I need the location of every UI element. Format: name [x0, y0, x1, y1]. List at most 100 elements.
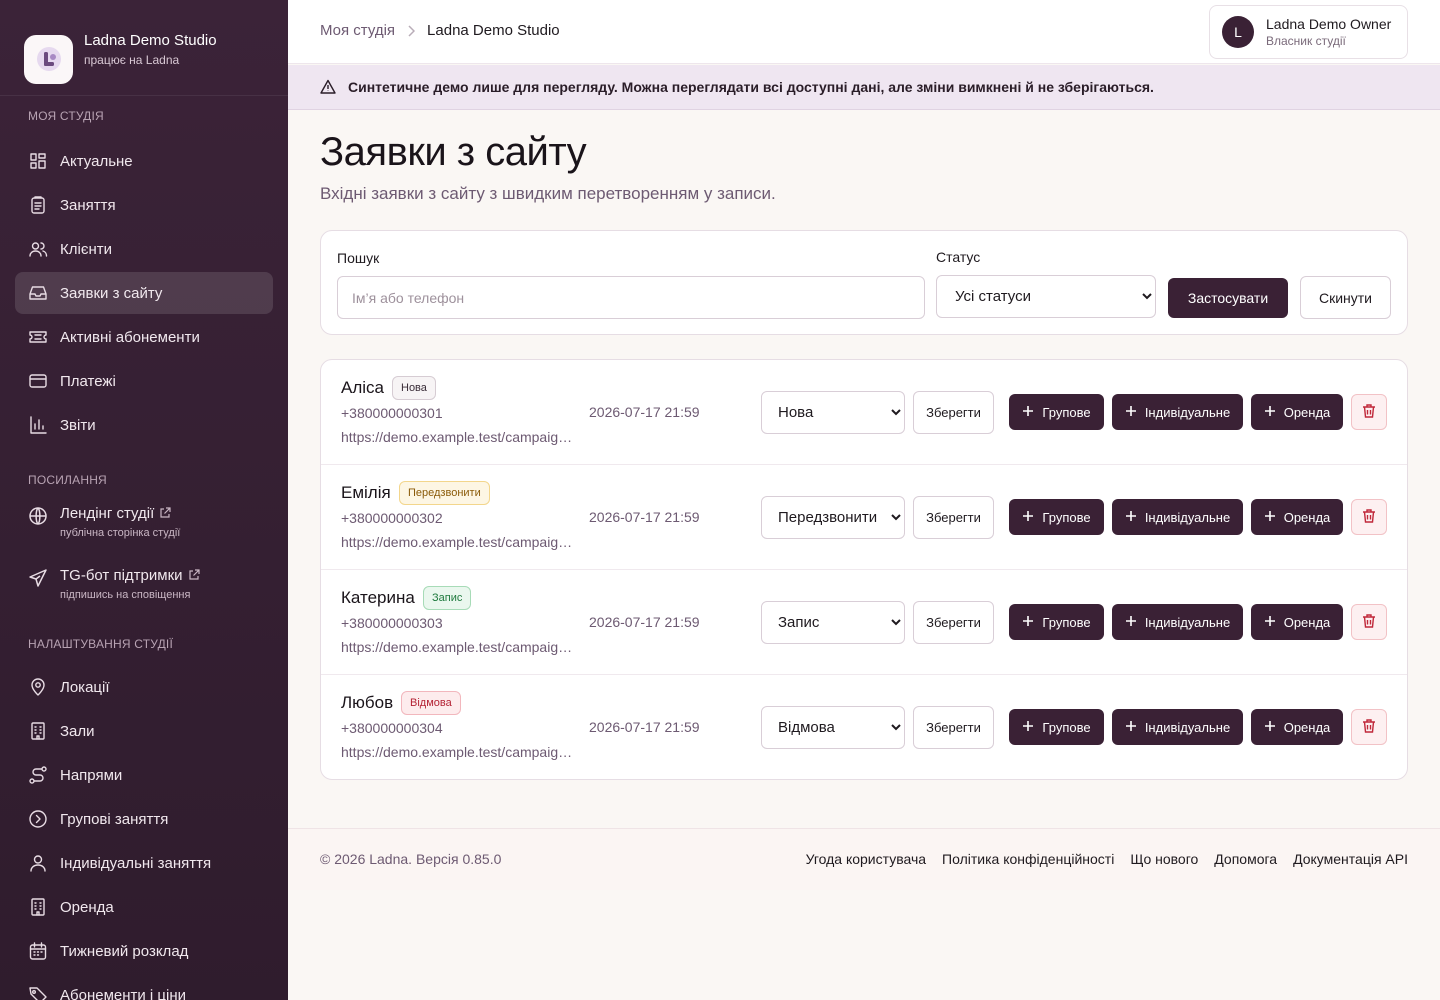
plus-icon [1022, 405, 1034, 420]
lead-source-url[interactable]: https://demo.example.test/campaign/2 [341, 534, 577, 550]
sidebar-item-items1-2[interactable]: Клієнти [15, 228, 273, 270]
create-rent-booking-button[interactable]: Оренда [1251, 604, 1343, 640]
sidebar-item-items3-2[interactable]: Напрями [15, 754, 273, 796]
sidebar-link-label: TG-бот підтримки [60, 567, 183, 584]
sidebar-item-items3-0[interactable]: Локації [15, 666, 273, 708]
button-label: Групове [1042, 614, 1091, 630]
button-label: Індивідуальне [1144, 509, 1231, 525]
brand-name: Ladna Demo Studio [84, 31, 217, 49]
sidebar-link-landing[interactable]: Лендінг студії публічна сторінка студії [15, 500, 273, 562]
sidebar-link-tg-bot[interactable]: TG-бот підтримки підпишись на сповіщення [15, 562, 273, 636]
filter-panel: Пошук Статус Усі статуси Застосувати Ски… [320, 230, 1408, 335]
brand[interactable]: Ladna Demo Studio працює на Ladna [0, 0, 288, 96]
lead-status-select[interactable]: Передзвонити [761, 496, 905, 539]
lead-name: Аліса [341, 378, 384, 397]
lead-status-select[interactable]: Відмова [761, 706, 905, 749]
external-link-icon [188, 567, 200, 587]
trash-icon [1361, 718, 1377, 737]
button-label: Індивідуальне [1144, 719, 1231, 735]
bar-chart-icon [28, 415, 48, 435]
delete-lead-button[interactable] [1351, 709, 1387, 745]
lead-source-url[interactable]: https://demo.example.test/campaign/1 [341, 429, 577, 445]
plus-icon [1264, 510, 1276, 525]
clipboard-icon [28, 195, 48, 215]
search-label: Пошук [337, 250, 380, 266]
footer-link-terms[interactable]: Угода користувача [806, 851, 926, 867]
sidebar-item-label: Заявки з сайту [60, 284, 163, 302]
lead-status-select[interactable]: Запис [761, 601, 905, 644]
create-rent-booking-button[interactable]: Оренда [1251, 709, 1343, 745]
sidebar-item-label: Зали [60, 722, 95, 740]
footer-link-privacy[interactable]: Політика конфіденційності [942, 851, 1114, 867]
user-menu[interactable]: L Ladna Demo Owner Власник студії [1209, 5, 1408, 59]
sidebar-item-label: Заняття [60, 196, 116, 214]
lead-source-url[interactable]: https://demo.example.test/campaign/4 [341, 744, 577, 760]
table-row: Катерина Запис +380000000303 https://dem… [321, 570, 1407, 675]
sidebar-item-items1-1[interactable]: Заняття [15, 184, 273, 226]
trash-icon [1361, 403, 1377, 422]
sidebar-link-sub: публічна сторінка студії [60, 527, 181, 539]
delete-lead-button[interactable] [1351, 394, 1387, 430]
sidebar-item-items3-7[interactable]: Абонементи і ціни [15, 974, 273, 1000]
create-group-booking-button[interactable]: Групове [1009, 394, 1104, 430]
sidebar-item-items3-5[interactable]: Оренда [15, 886, 273, 928]
sidebar-item-items3-6[interactable]: Тижневий розклад [15, 930, 273, 972]
create-group-booking-button[interactable]: Групове [1009, 709, 1104, 745]
section-label-settings: Налаштування студії [28, 637, 173, 651]
save-button[interactable]: Зберегти [913, 601, 994, 644]
create-group-booking-button[interactable]: Групове [1009, 499, 1104, 535]
tag-icon [28, 985, 48, 1000]
page-title: Заявки з сайту [320, 130, 587, 174]
user-name: Ladna Demo Owner [1266, 16, 1392, 32]
sidebar-item-items1-5[interactable]: Платежі [15, 360, 273, 402]
reset-button[interactable]: Скинути [1300, 276, 1391, 319]
search-input[interactable] [337, 276, 925, 319]
create-rent-booking-button[interactable]: Оренда [1251, 394, 1343, 430]
apply-button[interactable]: Застосувати [1168, 278, 1288, 318]
sidebar-item-items3-1[interactable]: Зали [15, 710, 273, 752]
sidebar-item-items3-4[interactable]: Індивідуальні заняття [15, 842, 273, 884]
footer-link-api-docs[interactable]: Документація API [1293, 851, 1408, 867]
brand-logo-icon [24, 34, 73, 84]
chevron-right-icon [407, 24, 416, 37]
sidebar-item-items1-6[interactable]: Звіти [15, 404, 273, 446]
building-icon [28, 721, 48, 741]
create-individual-booking-button[interactable]: Індивідуальне [1112, 394, 1243, 430]
page-subtitle: Вхідні заявки з сайту з швидким перетвор… [320, 184, 776, 203]
lead-status-select[interactable]: Нова [761, 391, 905, 434]
delete-lead-button[interactable] [1351, 499, 1387, 535]
status-filter-select[interactable]: Усі статуси [936, 275, 1156, 318]
sidebar-item-items3-3[interactable]: Групові заняття [15, 798, 273, 840]
table-row: Аліса Нова +380000000301 https://demo.ex… [321, 360, 1407, 465]
create-individual-booking-button[interactable]: Індивідуальне [1112, 709, 1243, 745]
create-rent-booking-button[interactable]: Оренда [1251, 499, 1343, 535]
save-button[interactable]: Зберегти [913, 496, 994, 539]
footer-link-whats-new[interactable]: Що нового [1130, 851, 1198, 867]
lead-source-url[interactable]: https://demo.example.test/campaign/3 [341, 639, 577, 655]
sidebar-item-items1-0[interactable]: Актуальне [15, 140, 273, 182]
breadcrumb-parent[interactable]: Моя студія [320, 22, 395, 39]
create-individual-booking-button[interactable]: Індивідуальне [1112, 499, 1243, 535]
lead-phone: +380000000301 [341, 405, 443, 421]
create-individual-booking-button[interactable]: Індивідуальне [1112, 604, 1243, 640]
sidebar-link-sub: підпишись на сповіщення [60, 589, 191, 601]
top-header: Моя студія Ladna Demo Studio L Ladna Dem… [288, 0, 1440, 64]
inbox-icon [28, 283, 48, 303]
sidebar-item-items1-3[interactable]: Заявки з сайту [15, 272, 273, 314]
save-button[interactable]: Зберегти [913, 391, 994, 434]
sidebar-item-label: Абонементи і ціни [60, 986, 187, 1000]
plus-icon [1125, 720, 1137, 735]
users-icon [28, 239, 48, 259]
breadcrumb: Моя студія Ladna Demo Studio [320, 22, 560, 39]
footer-link-help[interactable]: Допомога [1214, 851, 1277, 867]
save-button[interactable]: Зберегти [913, 706, 994, 749]
sidebar-item-label: Активні абонементи [60, 328, 200, 346]
demo-banner-text: Синтетичне демо лише для перегляду. Можн… [348, 79, 1154, 95]
lead-date: 2026-07-17 21:59 [589, 614, 700, 630]
sidebar-item-label: Оренда [60, 898, 114, 916]
sidebar-item-items1-4[interactable]: Активні абонементи [15, 316, 273, 358]
sidebar-item-label: Локації [60, 678, 110, 696]
delete-lead-button[interactable] [1351, 604, 1387, 640]
button-label: Оренда [1283, 509, 1331, 525]
create-group-booking-button[interactable]: Групове [1009, 604, 1104, 640]
